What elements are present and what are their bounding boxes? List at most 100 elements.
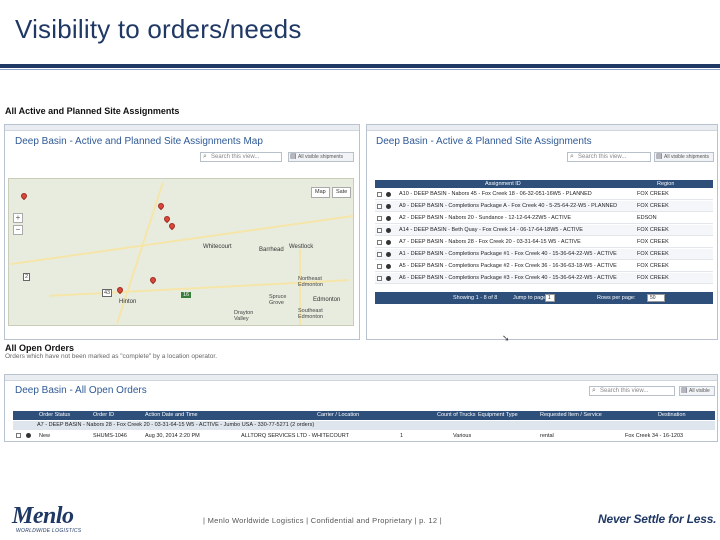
column-header-destination[interactable]: Destination	[658, 411, 686, 420]
table-search-input[interactable]: ⌕ Search this view...	[567, 152, 651, 162]
assignment-id-cell[interactable]: A14 - DEEP BASIN - Beth Quay - Fox Creek…	[399, 225, 629, 235]
row-checkbox[interactable]	[377, 240, 382, 245]
map-view[interactable]: + − Map Sate Whitecourt Barrhead Westloc…	[8, 178, 354, 326]
mouse-cursor-icon: ➘	[502, 333, 510, 343]
zoom-in-button[interactable]: +	[13, 213, 23, 223]
assignment-id-cell[interactable]: A7 - DEEP BASIN - Nabors 28 - Fox Creek …	[399, 237, 629, 247]
row-checkbox[interactable]	[377, 204, 382, 209]
zoom-out-button[interactable]: −	[13, 225, 23, 235]
column-header-order-status[interactable]: Order Status	[39, 411, 70, 420]
row-detail-icon[interactable]	[26, 433, 31, 438]
row-detail-icon[interactable]	[386, 240, 391, 245]
map-place-label: Drayton Valley	[234, 310, 254, 322]
map-pin[interactable]	[156, 201, 166, 211]
order-id-cell[interactable]: SHUMS-1046	[93, 431, 127, 441]
row-detail-icon[interactable]	[386, 276, 391, 281]
order-date-cell: Aug 30, 2014 2:20 PM	[145, 433, 200, 439]
row-detail-icon[interactable]	[386, 228, 391, 233]
title-divider-thin	[0, 69, 720, 70]
table-row[interactable]: A1 - DEEP BASIN - Completions Package #1…	[375, 249, 713, 260]
table-row[interactable]: A6 - DEEP BASIN - Completions Package #3…	[375, 273, 713, 284]
filter-icon: ▤	[656, 153, 663, 160]
map-pin[interactable]	[167, 221, 177, 231]
orders-view-button[interactable]: ▤ All visible shipments	[679, 386, 715, 396]
table-row[interactable]: A10 - DEEP BASIN - Nabors 45 - Fox Creek…	[375, 189, 713, 200]
jump-to-page-label: Jump to page:	[513, 295, 548, 301]
column-header-requested-item[interactable]: Requested Item / Service	[540, 411, 602, 420]
assignment-id-cell[interactable]: A2 - DEEP BASIN - Nabors 20 - Sundance -…	[399, 213, 629, 223]
assignments-section-heading: All Active and Planned Site Assignments	[5, 106, 180, 116]
row-checkbox[interactable]	[377, 192, 382, 197]
row-detail-icon[interactable]	[386, 192, 391, 197]
filter-icon: ▤	[290, 153, 297, 160]
order-destination-cell: Fox Creek 34 - 16-1203	[625, 433, 684, 439]
assignment-id-cell[interactable]: A1 - DEEP BASIN - Completions Package #1…	[399, 249, 629, 259]
slide-title: Visibility to orders/needs	[15, 14, 302, 44]
table-row[interactable]: A5 - DEEP BASIN - Completions Package #2…	[375, 261, 713, 272]
map-place-label: Edmonton	[313, 297, 341, 303]
pager-count: Showing 1 - 8 of 8	[453, 295, 498, 301]
row-detail-icon[interactable]	[386, 216, 391, 221]
region-cell: FOX CREEK	[637, 239, 669, 245]
table-row[interactable]: A2 - DEEP BASIN - Nabors 20 - Sundance -…	[375, 213, 713, 224]
map-place-label: Westlock	[289, 244, 314, 250]
assignment-id-cell[interactable]: A6 - DEEP BASIN - Completions Package #3…	[399, 273, 629, 283]
column-header-action-date[interactable]: Action Date and Time	[145, 411, 198, 420]
region-cell: FOX CREEK	[637, 251, 669, 257]
orders-view-button-label: All visible shipments	[689, 388, 710, 394]
order-status-cell: New	[39, 433, 51, 439]
highway-shield: 43	[102, 289, 113, 297]
table-row[interactable]: A7 - DEEP BASIN - Nabors 28 - Fox Creek …	[375, 237, 713, 248]
map-type-map-button[interactable]: Map	[311, 187, 330, 198]
region-cell: FOX CREEK	[637, 227, 669, 233]
menlo-logo-subtitle: WORLDWIDE LOGISTICS	[16, 528, 82, 534]
row-detail-icon[interactable]	[386, 264, 391, 269]
row-checkbox[interactable]	[377, 252, 382, 257]
map-place-label: Southeast Edmonton	[298, 308, 324, 320]
map-view-button[interactable]: ▤ All visible shipments	[288, 152, 354, 162]
footer-text: | Menlo Worldwide Logistics | Confidenti…	[203, 516, 442, 525]
assignment-id-cell[interactable]: A10 - DEEP BASIN - Nabors 45 - Fox Creek…	[399, 189, 629, 199]
column-header-assignment-id[interactable]: Assignment ID	[485, 180, 521, 188]
map-road	[10, 214, 353, 266]
map-pin[interactable]	[148, 275, 158, 285]
assignment-id-cell[interactable]: A9 - DEEP BASIN - Completions Package A …	[399, 201, 629, 211]
orders-search-placeholder: Search this view...	[600, 388, 649, 394]
jump-to-page-input[interactable]: 1	[545, 294, 555, 302]
table-panel-title: Deep Basin - Active & Planned Site Assig…	[376, 136, 592, 147]
map-type-satellite-button[interactable]: Sate	[332, 187, 352, 198]
order-equipment-cell: Various	[453, 433, 472, 439]
assignments-table-panel: Deep Basin - Active & Planned Site Assig…	[366, 124, 718, 340]
orders-search-input[interactable]: ⌕ Search this view...	[589, 386, 675, 396]
region-cell: EDSON	[637, 215, 657, 221]
row-checkbox[interactable]	[377, 228, 382, 233]
map-place-label: Spruce Grove	[269, 294, 287, 306]
search-icon: ⌕	[570, 153, 574, 160]
map-pin[interactable]	[19, 191, 29, 201]
rows-per-page-select[interactable]: 50	[647, 294, 665, 302]
table-search-placeholder: Search this view...	[578, 154, 627, 160]
row-checkbox[interactable]	[377, 216, 382, 221]
assignment-id-cell[interactable]: A5 - DEEP BASIN - Completions Package #2…	[399, 261, 629, 271]
table-row[interactable]: A14 - DEEP BASIN - Beth Quay - Fox Creek…	[375, 225, 713, 236]
column-header-trucks[interactable]: Count of Trucks	[437, 411, 476, 420]
table-panel-topbar	[367, 125, 717, 131]
menlo-logo: Menlo	[12, 503, 74, 529]
row-checkbox[interactable]	[377, 264, 382, 269]
table-row[interactable]: A9 - DEEP BASIN - Completions Package A …	[375, 201, 713, 212]
column-header-carrier[interactable]: Carrier / Location	[317, 411, 359, 420]
row-detail-icon[interactable]	[386, 204, 391, 209]
row-checkbox[interactable]	[377, 276, 382, 281]
highway-shield: 16	[181, 292, 192, 298]
row-checkbox[interactable]	[16, 433, 21, 438]
table-row[interactable]: New SHUMS-1046 Aug 30, 2014 2:20 PM ALLT…	[13, 431, 715, 441]
table-view-button[interactable]: ▤ All visible shipments	[654, 152, 714, 162]
row-detail-icon[interactable]	[386, 252, 391, 257]
orders-group-row[interactable]: A7 - DEEP BASIN - Nabors 28 - Fox Creek …	[13, 421, 715, 430]
title-divider	[0, 64, 720, 68]
search-icon: ⌕	[592, 387, 596, 394]
column-header-equipment[interactable]: Equipment Type	[478, 411, 518, 420]
column-header-order-id[interactable]: Order ID	[93, 411, 114, 420]
column-header-region[interactable]: Region	[657, 180, 674, 188]
map-search-input[interactable]: ⌕ Search this view...	[200, 152, 282, 162]
